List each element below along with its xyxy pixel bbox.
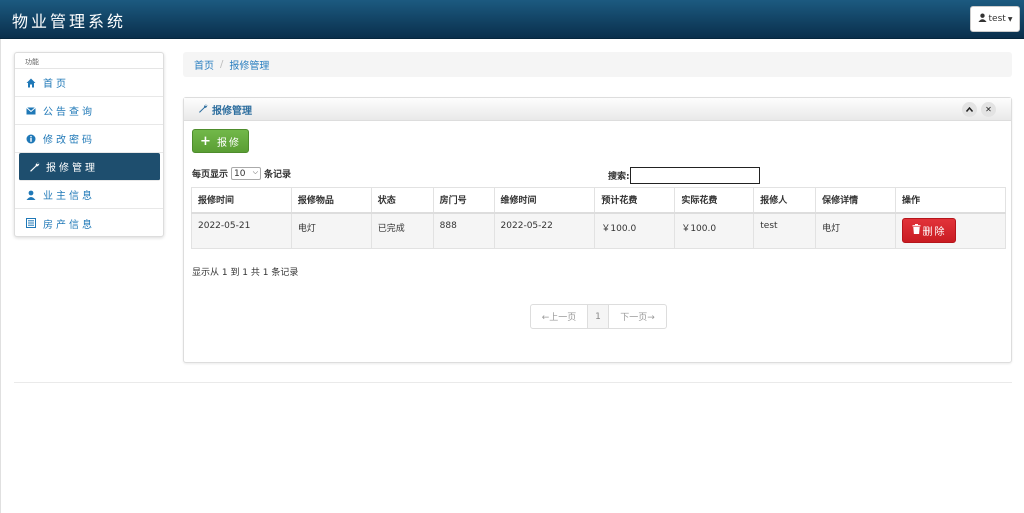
table-cell: 电灯 — [290, 212, 372, 249]
column-header[interactable]: 报修时间 — [191, 187, 292, 214]
column-header: 操作 — [895, 187, 1006, 214]
sidebar-item-label: 公告查询 — [43, 107, 95, 118]
collapse-panel-button[interactable] — [962, 102, 977, 117]
envelope-icon — [25, 106, 37, 115]
breadcrumb-home-link[interactable]: 首页 — [194, 57, 214, 72]
sidebar-item-label: 业主信息 — [43, 191, 95, 202]
user-menu-label: test — [988, 14, 1006, 24]
sidebar-header: 功能 — [15, 53, 163, 69]
sidebar-item-home[interactable]: 首页 — [15, 69, 163, 97]
user-icon — [25, 190, 37, 200]
repairs-panel: 报修管理 ✕ + 报修 每页显示 10 ⌵ 条记录 搜索: 报修时间 报修物品 … — [183, 97, 1012, 363]
column-header[interactable]: 维修时间 — [493, 187, 596, 214]
sidebar-item-label: 报修管理 — [46, 163, 98, 174]
pagination: ←上一页 1 下一页→ — [530, 304, 667, 329]
sidebar-item-repairs[interactable]: 报修管理 — [19, 153, 160, 181]
caret-down-icon: ▼ — [1007, 15, 1013, 23]
page-length-select[interactable]: 10 ⌵ — [231, 167, 262, 180]
wrench-icon — [28, 161, 40, 172]
search-control: 搜索: — [608, 167, 760, 184]
column-header[interactable]: 预计花费 — [594, 187, 676, 214]
breadcrumb-separator: / — [220, 59, 224, 70]
sidebar-item-label: 首页 — [43, 79, 69, 90]
delete-button[interactable]: 删除 — [902, 217, 957, 243]
page-length-control: 每页显示 10 ⌵ 条记录 — [192, 167, 291, 180]
table-cell: 2022-05-21 — [191, 212, 292, 249]
add-repair-button[interactable]: + 报修 — [192, 129, 249, 153]
user-menu-button[interactable]: test ▼ — [970, 6, 1020, 32]
table-cell: ￥100.0 — [674, 212, 755, 249]
table-row: 2022-05-21 电灯 已完成 888 2022-05-22 ￥100.0 … — [191, 212, 1006, 249]
column-header[interactable]: 报修人 — [753, 187, 817, 214]
panel-header: 报修管理 — [184, 98, 1011, 121]
column-header[interactable]: 报修物品 — [290, 187, 372, 214]
sidebar-item-change-password[interactable]: 修改密码 — [15, 125, 163, 153]
next-page-button[interactable]: 下一页→ — [609, 305, 666, 328]
table-cell: 电灯 — [815, 212, 897, 249]
close-panel-button[interactable]: ✕ — [981, 102, 996, 117]
list-icon — [25, 218, 37, 228]
trash-icon — [912, 223, 921, 237]
sidebar-item-label: 房产信息 — [43, 219, 95, 231]
plus-icon: + — [200, 133, 211, 149]
page-number-button[interactable]: 1 — [588, 305, 609, 328]
table-cell-actions: 删除 — [895, 212, 1006, 249]
page-left-border — [0, 39, 1, 513]
wrench-icon — [198, 103, 208, 116]
top-navbar: 物业管理系统 test ▼ — [0, 0, 1024, 39]
table-cell: 已完成 — [370, 212, 434, 249]
sidebar-item-properties[interactable]: 房产信息 — [15, 209, 163, 237]
page-length-suffix: 条记录 — [264, 170, 292, 180]
column-header[interactable]: 保修详情 — [815, 187, 897, 214]
chevron-down-icon: ⌵ — [252, 168, 259, 176]
page-length-value: 10 — [234, 168, 246, 179]
delete-label: 删除 — [922, 226, 947, 238]
table-cell: test — [753, 212, 817, 249]
table-info: 显示从 1 到 1 共 1 条记录 — [192, 268, 299, 278]
home-icon — [25, 78, 37, 88]
sidebar-item-owners[interactable]: 业主信息 — [15, 181, 163, 209]
repairs-table: 报修时间 报修物品 状态 房门号 维修时间 预计花费 实际花费 报修人 保修详情… — [191, 187, 1006, 249]
column-header[interactable]: 状态 — [370, 187, 434, 214]
page-length-prefix: 每页显示 — [192, 170, 229, 180]
footer-divider — [14, 382, 1012, 383]
table-header-row: 报修时间 报修物品 状态 房门号 维修时间 预计花费 实际花费 报修人 保修详情… — [191, 187, 1006, 214]
table-cell: ￥100.0 — [594, 212, 676, 249]
column-header[interactable]: 房门号 — [432, 187, 495, 214]
table-cell: 888 — [432, 212, 495, 249]
info-icon — [25, 134, 37, 144]
search-input[interactable] — [629, 167, 760, 184]
sidebar: 功能 首页 公告查询 修改密码 报修管理 业主信息 房产信息 — [14, 52, 164, 237]
panel-title: 报修管理 — [212, 105, 252, 117]
table-cell: 2022-05-22 — [493, 212, 596, 249]
app-title: 物业管理系统 — [12, 12, 127, 31]
sidebar-item-notices[interactable]: 公告查询 — [15, 97, 163, 125]
prev-page-button[interactable]: ←上一页 — [531, 305, 588, 328]
column-header[interactable]: 实际花费 — [674, 187, 755, 214]
breadcrumb-current-link[interactable]: 报修管理 — [229, 57, 269, 72]
breadcrumb: 首页 / 报修管理 — [183, 52, 1012, 77]
add-repair-label: 报修 — [216, 137, 241, 149]
search-label: 搜索: — [608, 172, 630, 182]
sidebar-item-label: 修改密码 — [43, 135, 95, 146]
user-icon — [977, 13, 987, 25]
